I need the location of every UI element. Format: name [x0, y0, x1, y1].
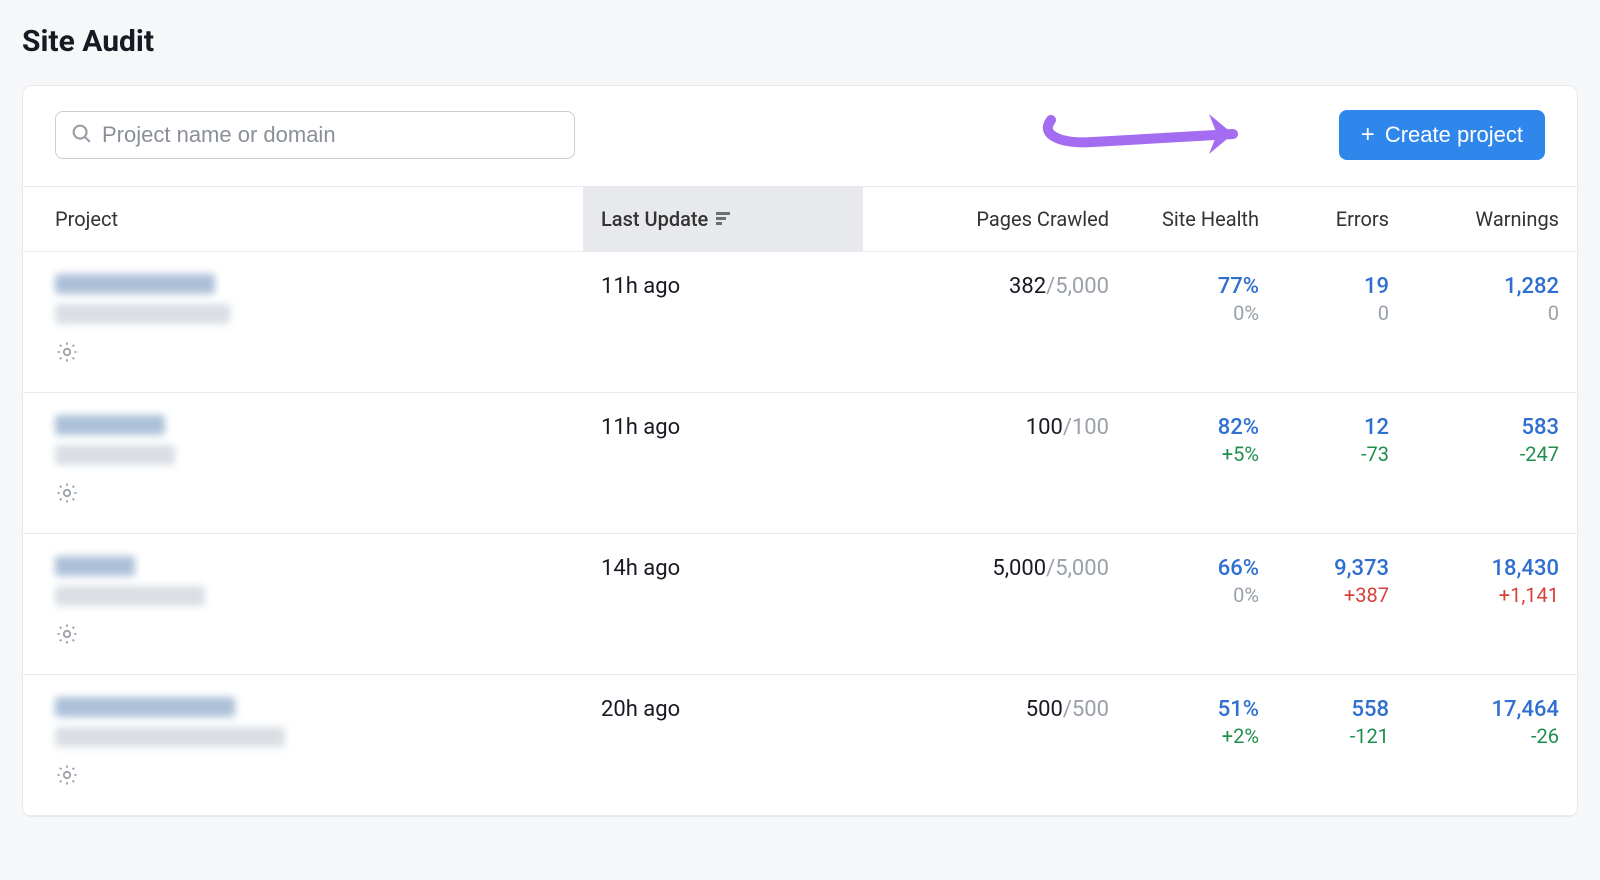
project-domain-redacted: [55, 304, 230, 324]
gear-icon[interactable]: [55, 340, 79, 364]
col-project[interactable]: Project: [23, 187, 583, 251]
cell-last-update: 14h ago: [583, 552, 863, 656]
col-site-health[interactable]: Site Health: [1127, 187, 1277, 251]
project-name-redacted: [55, 556, 135, 576]
cell-project: [23, 552, 583, 656]
table-row[interactable]: 11h ago 382/5,000 77% 0% 19 0 1,282 0: [23, 252, 1577, 393]
cell-warnings: 17,464 -26: [1407, 693, 1577, 797]
project-domain-redacted: [55, 586, 205, 606]
cell-project: [23, 270, 583, 374]
cell-warnings: 1,282 0: [1407, 270, 1577, 374]
col-last-update-label: Last Update: [601, 207, 708, 231]
search-field-wrap[interactable]: [55, 111, 575, 159]
project-domain-redacted: [55, 727, 285, 747]
cell-project: [23, 693, 583, 797]
projects-card: + Create project Project Last Update Pag…: [22, 85, 1578, 817]
table-header-row: Project Last Update Pages Crawled Site H…: [23, 186, 1577, 252]
table-row[interactable]: 11h ago 100/100 82% +5% 12 -73 583 -247: [23, 393, 1577, 534]
table-row[interactable]: 20h ago 500/500 51% +2% 558 -121 17,464 …: [23, 675, 1577, 816]
cell-errors: 19 0: [1277, 270, 1407, 374]
cell-pages-crawled: 100/100: [863, 411, 1127, 515]
plus-icon: +: [1361, 123, 1375, 147]
cell-pages-crawled: 5,000/5,000: [863, 552, 1127, 656]
gear-icon[interactable]: [55, 622, 79, 646]
card-header: + Create project: [23, 86, 1577, 186]
cell-site-health: 77% 0%: [1127, 270, 1277, 374]
page-title: Site Audit: [22, 24, 1578, 59]
cell-errors: 9,373 +387: [1277, 552, 1407, 656]
search-icon: [70, 122, 102, 148]
cell-pages-crawled: 500/500: [863, 693, 1127, 797]
col-pages-crawled[interactable]: Pages Crawled: [863, 187, 1127, 251]
cell-errors: 558 -121: [1277, 693, 1407, 797]
cell-site-health: 51% +2%: [1127, 693, 1277, 797]
col-errors[interactable]: Errors: [1277, 187, 1407, 251]
col-last-update[interactable]: Last Update: [583, 187, 863, 251]
cell-last-update: 11h ago: [583, 270, 863, 374]
project-name-redacted: [55, 697, 235, 717]
gear-icon[interactable]: [55, 481, 79, 505]
table-row[interactable]: 14h ago 5,000/5,000 66% 0% 9,373 +387 18…: [23, 534, 1577, 675]
sort-desc-icon: [716, 212, 734, 226]
cell-site-health: 82% +5%: [1127, 411, 1277, 515]
cell-site-health: 66% 0%: [1127, 552, 1277, 656]
create-project-button[interactable]: + Create project: [1339, 110, 1545, 160]
col-warnings[interactable]: Warnings: [1407, 187, 1577, 251]
search-input[interactable]: [102, 122, 560, 148]
cell-pages-crawled: 382/5,000: [863, 270, 1127, 374]
cell-warnings: 18,430 +1,141: [1407, 552, 1577, 656]
project-name-redacted: [55, 274, 215, 294]
gear-icon[interactable]: [55, 763, 79, 787]
project-name-redacted: [55, 415, 165, 435]
create-project-label: Create project: [1385, 122, 1523, 148]
cell-last-update: 11h ago: [583, 411, 863, 515]
cell-warnings: 583 -247: [1407, 411, 1577, 515]
cell-last-update: 20h ago: [583, 693, 863, 797]
annotation-arrow: [1033, 96, 1273, 166]
project-domain-redacted: [55, 445, 175, 465]
cell-project: [23, 411, 583, 515]
cell-errors: 12 -73: [1277, 411, 1407, 515]
